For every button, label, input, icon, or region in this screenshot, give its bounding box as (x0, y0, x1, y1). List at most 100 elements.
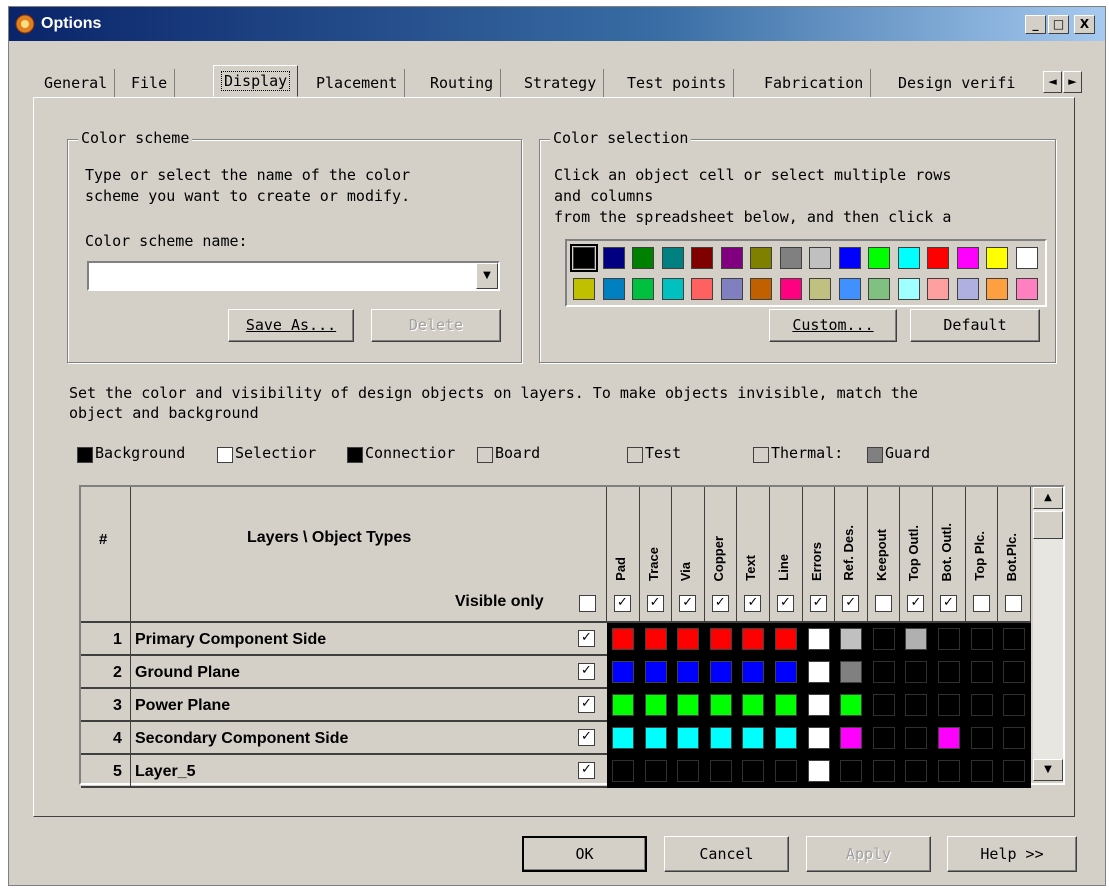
palette-swatch[interactable] (838, 278, 861, 300)
table-row[interactable]: 2 Ground Plane ✓ (81, 656, 607, 689)
layer-color-cell[interactable] (938, 628, 960, 650)
layer-color-cell[interactable] (1003, 760, 1026, 782)
column-visible-checkbox[interactable]: ✓ (907, 595, 925, 612)
column-visible-checkbox[interactable]: ✓ (809, 595, 827, 612)
layer-color-cell[interactable] (872, 628, 895, 650)
legend-swatch[interactable] (347, 447, 363, 463)
tab-file[interactable]: File (124, 69, 176, 97)
color-scheme-name-combo[interactable]: ▼ (87, 261, 500, 291)
legend-swatch[interactable] (753, 447, 769, 463)
layer-color-cell[interactable] (807, 628, 830, 650)
column-visible-checkbox[interactable]: ✓ (940, 595, 957, 612)
layer-color-cell[interactable] (742, 694, 765, 716)
layer-color-cell[interactable] (840, 661, 863, 683)
layer-color-cell[interactable] (905, 628, 928, 650)
legend-swatch[interactable] (477, 447, 493, 463)
layer-color-cell[interactable] (970, 694, 993, 716)
palette-swatch[interactable] (779, 247, 802, 269)
column-header[interactable]: Top Outl. ✓ (900, 487, 933, 623)
layer-visible-checkbox[interactable]: ✓ (578, 630, 595, 647)
legend-swatch[interactable] (627, 447, 643, 463)
column-visible-checkbox[interactable]: ✓ (842, 595, 860, 612)
table-row[interactable]: 1 Primary Component Side ✓ (81, 623, 607, 656)
custom-color-button[interactable]: Custom... (769, 309, 897, 342)
visible-only-checkbox[interactable] (579, 595, 596, 612)
layer-color-cell[interactable] (775, 760, 797, 782)
layer-color-cell[interactable] (807, 760, 830, 782)
column-visible-checkbox[interactable]: ✓ (777, 595, 794, 612)
column-header[interactable]: Ref. Des. ✓ (835, 487, 868, 623)
layer-color-cell[interactable] (677, 760, 700, 782)
tab-test-points[interactable]: Test points (620, 69, 735, 97)
palette-swatch[interactable] (1015, 278, 1038, 300)
column-header[interactable]: Text ✓ (737, 487, 770, 623)
layer-color-cell[interactable] (840, 727, 863, 749)
palette-swatch[interactable] (986, 247, 1008, 269)
layer-color-cell[interactable] (677, 661, 700, 683)
layer-visible-checkbox[interactable]: ✓ (578, 696, 595, 713)
layer-color-cell[interactable] (677, 628, 700, 650)
palette-swatch[interactable] (632, 247, 654, 269)
layer-visible-checkbox[interactable]: ✓ (578, 663, 595, 680)
ok-button[interactable]: OK (522, 836, 647, 872)
legend-swatch[interactable] (77, 447, 93, 463)
palette-swatch[interactable] (691, 278, 713, 300)
layer-color-cell[interactable] (840, 694, 863, 716)
palette-swatch[interactable] (1015, 247, 1038, 269)
legend-swatch[interactable] (217, 447, 233, 463)
tab-fabrication[interactable]: Fabrication (757, 69, 872, 97)
column-header[interactable]: Bot.Plc. (998, 487, 1031, 623)
palette-swatch[interactable] (838, 247, 861, 269)
layer-color-cell[interactable] (742, 661, 765, 683)
layer-color-cell[interactable] (872, 727, 895, 749)
palette-swatch[interactable] (602, 247, 625, 269)
palette-swatch[interactable] (986, 278, 1008, 300)
tab-display[interactable]: Display (213, 65, 299, 97)
scroll-up-button[interactable]: ▲ (1033, 487, 1063, 509)
close-button[interactable]: X (1074, 15, 1095, 34)
palette-swatch[interactable] (809, 247, 831, 269)
title-bar[interactable]: Options _ □ X (9, 7, 1105, 41)
delete-button[interactable]: Delete (371, 309, 501, 342)
layer-color-cell[interactable] (1003, 628, 1026, 650)
layer-color-cell[interactable] (905, 760, 928, 782)
palette-swatch[interactable] (779, 278, 802, 300)
layer-color-cell[interactable] (709, 727, 732, 749)
column-header[interactable]: Line ✓ (770, 487, 803, 623)
layer-color-cell[interactable] (709, 694, 732, 716)
column-header[interactable]: Via ✓ (672, 487, 705, 623)
column-header[interactable]: Bot. Outl. ✓ (933, 487, 966, 623)
layer-color-cell[interactable] (742, 628, 765, 650)
layer-color-cell[interactable] (644, 694, 667, 716)
tab-scroll-right-button[interactable]: ► (1063, 71, 1082, 93)
layer-color-cell[interactable] (807, 727, 830, 749)
grid-vertical-scrollbar[interactable]: ▲ ▼ (1033, 487, 1063, 781)
layer-color-cell[interactable] (644, 727, 667, 749)
layer-color-cell[interactable] (644, 661, 667, 683)
tab-general[interactable]: General (37, 69, 116, 97)
layer-visible-checkbox[interactable]: ✓ (578, 729, 595, 746)
layer-color-cell[interactable] (970, 661, 993, 683)
layer-color-cell[interactable] (1003, 661, 1026, 683)
palette-swatch[interactable] (632, 278, 654, 300)
column-visible-checkbox[interactable]: ✓ (744, 595, 762, 612)
layer-color-cell[interactable] (612, 727, 634, 749)
palette-swatch[interactable] (927, 278, 949, 300)
table-row[interactable]: 5 Layer_5 ✓ (81, 755, 607, 788)
palette-swatch[interactable] (602, 278, 625, 300)
palette-swatch[interactable] (750, 247, 772, 269)
tab-scroll-left-button[interactable]: ◄ (1043, 71, 1062, 93)
column-header[interactable]: Pad ✓ (607, 487, 640, 623)
column-header[interactable]: Keepout (867, 487, 901, 623)
palette-swatch[interactable] (897, 247, 920, 269)
tab-design-verification[interactable]: Design verifi (891, 69, 1041, 97)
layer-color-cell[interactable] (970, 760, 993, 782)
layer-color-cell[interactable] (905, 727, 928, 749)
layer-color-cell[interactable] (807, 661, 830, 683)
layer-color-cell[interactable] (938, 694, 960, 716)
tab-routing[interactable]: Routing (423, 69, 502, 97)
palette-swatch[interactable] (570, 244, 598, 272)
legend-swatch[interactable] (867, 447, 883, 463)
palette-swatch[interactable] (868, 278, 890, 300)
layer-color-cell[interactable] (709, 661, 732, 683)
